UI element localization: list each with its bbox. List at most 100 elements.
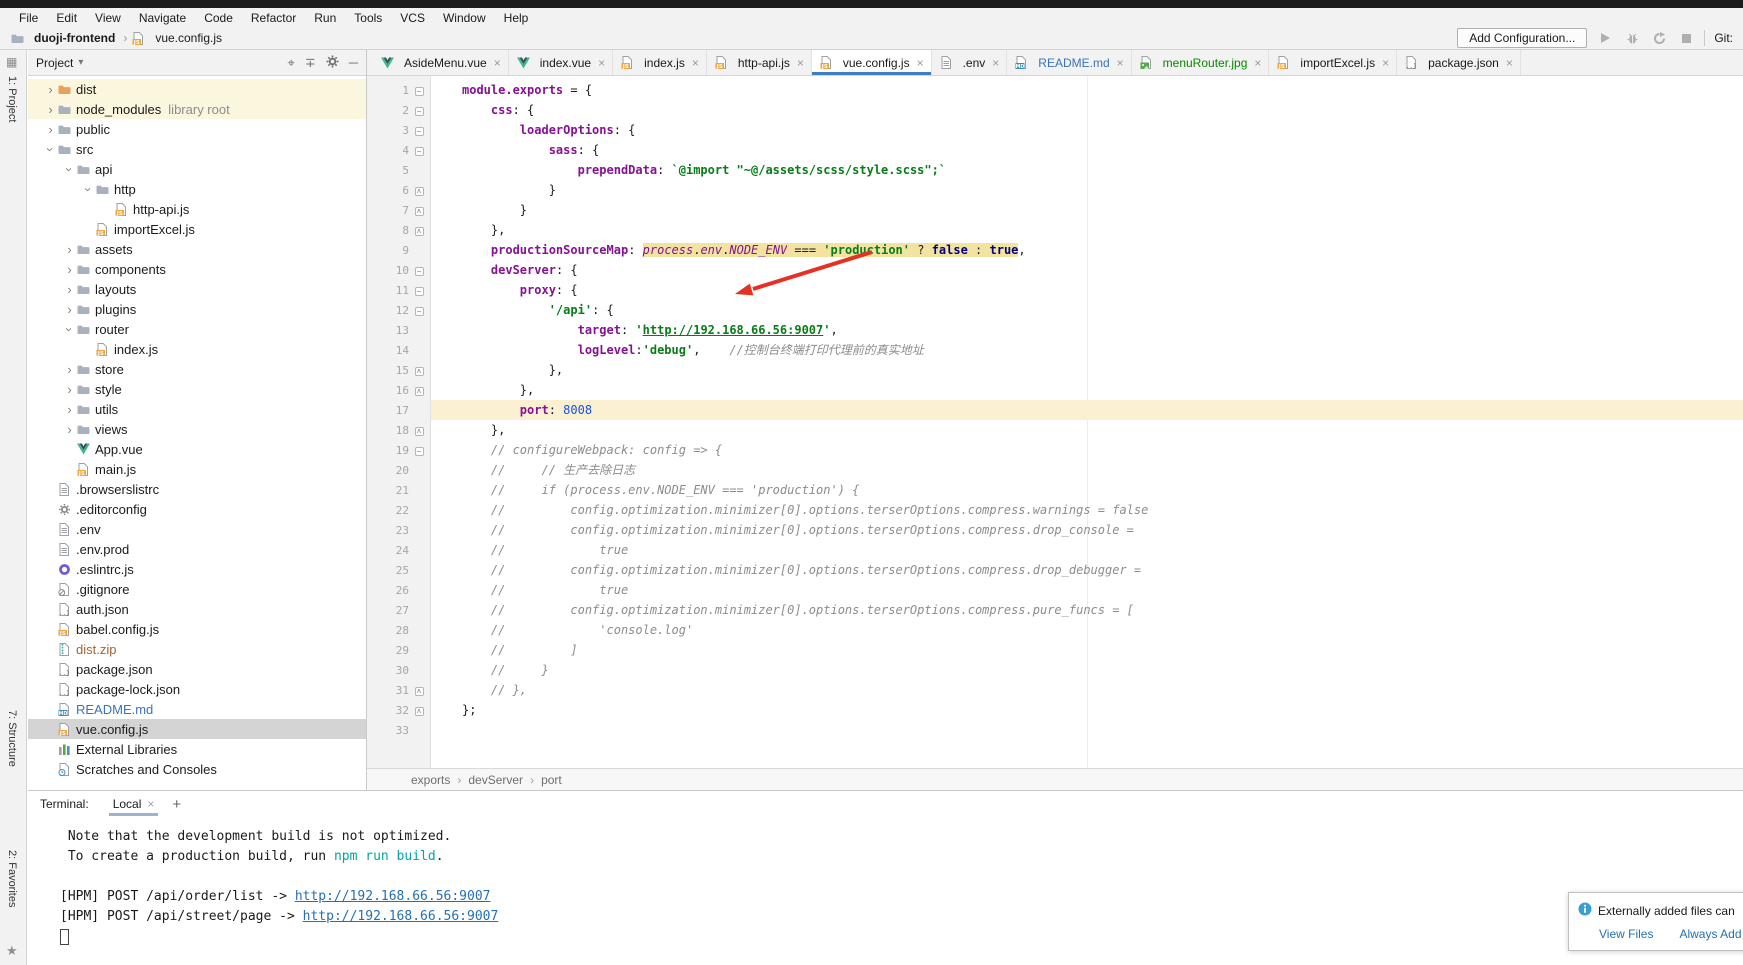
tree-item-.editorconfig[interactable]: .editorconfig	[28, 499, 366, 519]
editor[interactable]: 1−2−3−4−56˄7˄8˄910−11−12−131415˄16˄1718˄…	[367, 76, 1743, 768]
breadcrumb-devServer[interactable]: devServer	[468, 773, 523, 787]
close-icon[interactable]: ×	[1117, 56, 1124, 70]
tab-package.json[interactable]: {..}package.json×	[1397, 50, 1521, 75]
tab-index.js[interactable]: JSindex.js×	[613, 50, 707, 75]
menu-item-run[interactable]: Run	[305, 11, 345, 25]
tool-stripe-favorites[interactable]: 2: Favorites	[6, 850, 18, 907]
tree-item-.gitignore[interactable]: .gitignore	[28, 579, 366, 599]
run-icon[interactable]	[1596, 29, 1614, 47]
tab-.env[interactable]: .env×	[932, 50, 1008, 75]
fold-icon[interactable]: −	[415, 307, 424, 316]
debug-icon[interactable]	[1623, 29, 1641, 47]
fold-icon[interactable]: ˄	[415, 387, 424, 396]
tree-item-public[interactable]: ›public	[28, 119, 366, 139]
close-icon[interactable]: ×	[917, 56, 924, 70]
menu-item-view[interactable]: View	[86, 11, 130, 25]
chevron-collapsed-icon[interactable]: ›	[63, 262, 76, 277]
tree-item-utils[interactable]: ›utils	[28, 399, 366, 419]
terminal-link[interactable]: http://192.168.66.56:9007	[295, 889, 491, 904]
fold-icon[interactable]: ˄	[415, 707, 424, 716]
tree-item-package.json[interactable]: {..}package.json	[28, 659, 366, 679]
tree-item-node_modules[interactable]: ›node_moduleslibrary root	[28, 99, 366, 119]
tree-item-router[interactable]: ›router	[28, 319, 366, 339]
fold-icon[interactable]: −	[415, 287, 424, 296]
tree-item-Scratches and Consoles[interactable]: Scratches and Consoles	[28, 759, 366, 779]
chevron-down-icon[interactable]: ▾	[78, 57, 83, 68]
close-icon[interactable]: ×	[797, 56, 804, 70]
tree-item-babel.config.js[interactable]: JSbabel.config.js	[28, 619, 366, 639]
tree-item-api[interactable]: ›api	[28, 159, 366, 179]
terminal-output[interactable]: Note that the development build is not o…	[28, 817, 1743, 947]
terminal-link[interactable]: http://192.168.66.56:9007	[303, 909, 499, 924]
menu-item-tools[interactable]: Tools	[345, 11, 391, 25]
favorites-star-icon[interactable]: ★	[6, 943, 18, 959]
breadcrumb-exports[interactable]: exports	[411, 773, 450, 787]
tree-item-store[interactable]: ›store	[28, 359, 366, 379]
project-panel-title[interactable]: Project	[36, 56, 73, 70]
chevron-collapsed-icon[interactable]: ›	[63, 302, 76, 317]
chevron-expanded-icon[interactable]: ›	[62, 163, 77, 176]
menu-item-window[interactable]: Window	[434, 11, 495, 25]
notification-link-always-add[interactable]: Always Add	[1679, 927, 1741, 941]
chevron-collapsed-icon[interactable]: ›	[44, 102, 57, 117]
fold-icon[interactable]: −	[415, 87, 424, 96]
add-configuration-button[interactable]: Add Configuration...	[1457, 28, 1587, 48]
fold-icon[interactable]: ˄	[415, 367, 424, 376]
tool-windows-icon[interactable]: ▦	[6, 55, 17, 69]
chevron-collapsed-icon[interactable]: ›	[63, 362, 76, 377]
fold-icon[interactable]: −	[415, 267, 424, 276]
fold-icon[interactable]: −	[415, 107, 424, 116]
fold-icon[interactable]: ˄	[415, 427, 424, 436]
tree-item-components[interactable]: ›components	[28, 259, 366, 279]
close-icon[interactable]: ×	[494, 56, 501, 70]
menu-item-code[interactable]: Code	[195, 11, 242, 25]
fold-icon[interactable]: ˄	[415, 687, 424, 696]
tree-item-.browserslistrc[interactable]: .browserslistrc	[28, 479, 366, 499]
hide-panel-icon[interactable]: ─	[349, 55, 358, 70]
tab-vue.config.js[interactable]: JSvue.config.js×	[812, 50, 932, 75]
fold-icon[interactable]: −	[415, 127, 424, 136]
tree-item-.env[interactable]: .env	[28, 519, 366, 539]
chevron-collapsed-icon[interactable]: ›	[63, 422, 76, 437]
notification-link-view-files[interactable]: View Files	[1599, 927, 1653, 941]
tree-item-layouts[interactable]: ›layouts	[28, 279, 366, 299]
tree-item-index.js[interactable]: JSindex.js	[28, 339, 366, 359]
collapse-all-icon[interactable]: ∓	[305, 55, 316, 71]
menu-item-navigate[interactable]: Navigate	[130, 11, 195, 25]
fold-icon[interactable]: −	[415, 147, 424, 156]
close-icon[interactable]: ×	[598, 56, 605, 70]
tab-menuRouter.jpg[interactable]: menuRouter.jpg×	[1132, 50, 1270, 75]
tree-item-main.js[interactable]: JSmain.js	[28, 459, 366, 479]
tree-item-src[interactable]: ›src	[28, 139, 366, 159]
tab-importExcel.js[interactable]: JSimportExcel.js×	[1269, 50, 1397, 75]
chevron-collapsed-icon[interactable]: ›	[63, 282, 76, 297]
chevron-expanded-icon[interactable]: ›	[81, 183, 96, 196]
settings-gear-icon[interactable]	[326, 55, 339, 71]
tree-item-http[interactable]: ›http	[28, 179, 366, 199]
chevron-collapsed-icon[interactable]: ›	[63, 382, 76, 397]
tree-item-plugins[interactable]: ›plugins	[28, 299, 366, 319]
close-icon[interactable]: ×	[1382, 56, 1389, 70]
tree-item-.eslintrc.js[interactable]: .eslintrc.js	[28, 559, 366, 579]
tree-item-External Libraries[interactable]: External Libraries	[28, 739, 366, 759]
breadcrumb-file[interactable]: vue.config.js	[155, 31, 222, 45]
breadcrumb-project[interactable]: duoji-frontend	[34, 31, 115, 45]
tree-item-vue.config.js[interactable]: JSvue.config.js	[28, 719, 366, 739]
tree-item-App.vue[interactable]: App.vue	[28, 439, 366, 459]
tree-item-.env.prod[interactable]: .env.prod	[28, 539, 366, 559]
close-icon[interactable]: ×	[1254, 56, 1261, 70]
tree-item-http-api.js[interactable]: JShttp-api.js	[28, 199, 366, 219]
close-icon[interactable]: ×	[147, 797, 154, 811]
menu-item-file[interactable]: File	[10, 11, 47, 25]
code-area[interactable]: module.exports = { css: { loaderOptions:…	[431, 76, 1743, 768]
stop-icon[interactable]	[1677, 29, 1695, 47]
tree-item-views[interactable]: ›views	[28, 419, 366, 439]
tree-item-dist[interactable]: ›dist	[28, 79, 366, 99]
fold-icon[interactable]: ˄	[415, 187, 424, 196]
code-link[interactable]: http://192.168.66.56:9007	[643, 323, 824, 337]
chevron-collapsed-icon[interactable]: ›	[63, 402, 76, 417]
fold-icon[interactable]: ˄	[415, 227, 424, 236]
menu-item-vcs[interactable]: VCS	[391, 11, 434, 25]
close-icon[interactable]: ×	[992, 56, 999, 70]
chevron-collapsed-icon[interactable]: ›	[44, 122, 57, 137]
